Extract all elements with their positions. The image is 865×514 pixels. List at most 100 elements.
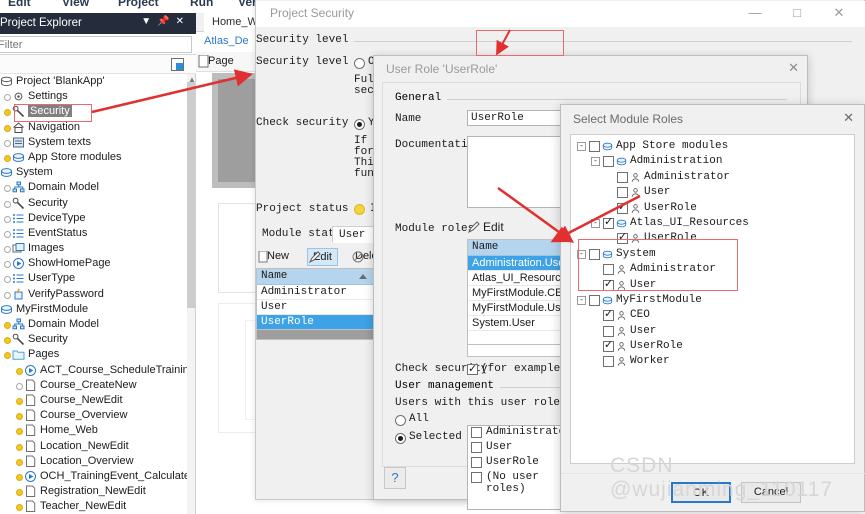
radio-check-security-yes[interactable] [354, 119, 365, 130]
sidebar-item-system-texts[interactable]: System texts [0, 135, 188, 150]
checkbox[interactable] [603, 156, 614, 168]
sidebar-item-showhomepage[interactable]: ShowHomePage [0, 256, 188, 271]
minimize-icon[interactable]: — [734, 3, 776, 25]
module-role-tree-item-myfirstmodule[interactable]: - MyFirstModule [571, 293, 854, 308]
check-security-checkbox[interactable] [467, 362, 478, 375]
sidebar-item-pages[interactable]: Pages [0, 347, 188, 362]
sidebar-item-location-newedit[interactable]: Location_NewEdit [0, 439, 188, 454]
module-role-tree-item-administration[interactable]: - Administration [571, 154, 854, 169]
module-role-tree-item-user[interactable]: User [571, 185, 854, 200]
checkbox[interactable] [603, 356, 614, 368]
help-icon[interactable]: ? [384, 467, 406, 489]
sidebar-item-course-overview[interactable]: Course_Overview [0, 408, 188, 423]
sidebar-item-domain-model[interactable]: Domain Model [0, 317, 188, 332]
list-item[interactable]: Administrator [468, 426, 566, 441]
checkbox[interactable] [603, 338, 614, 353]
checkbox[interactable] [471, 427, 482, 438]
tree-bullet [4, 154, 11, 162]
sidebar-item-registration-newedit[interactable]: Registration_NewEdit [0, 484, 188, 499]
table-row[interactable]: User [257, 300, 373, 315]
home-icon [12, 121, 25, 134]
sidebar-item-home-web[interactable]: Home_Web [0, 423, 188, 438]
checkbox[interactable] [603, 277, 614, 291]
sidebar-item-navigation[interactable]: Navigation [0, 120, 188, 135]
expander-icon[interactable]: - [577, 249, 586, 259]
sidebar-item-images[interactable]: Images [0, 241, 188, 256]
checkbox[interactable] [617, 230, 628, 245]
module-role-tree-item-app-store-modules[interactable]: - App Store modules [571, 139, 854, 154]
checkbox[interactable] [603, 215, 614, 229]
module-role-tree-item-user[interactable]: User [571, 324, 854, 339]
expander-icon[interactable]: - [577, 142, 586, 151]
sidebar-item-och-trainingevent-calculateendd[interactable]: OCH_TrainingEvent_CalculateEndD [0, 469, 188, 484]
expander-icon[interactable]: - [591, 157, 600, 167]
sidebar-item-domain-model[interactable]: Domain Model [0, 180, 188, 195]
checkbox[interactable] [617, 200, 628, 214]
table-row[interactable]: Administrator [257, 285, 373, 300]
module-role-tree-item-atlas-ui-resources[interactable]: - Atlas_UI_Resources [571, 215, 854, 231]
user-roles-grid[interactable]: Name Administrator User UserRole [256, 268, 374, 330]
sidebar-item-myfirstmodule[interactable]: MyFirstModule [0, 302, 188, 317]
radio-manage-selected[interactable] [395, 433, 406, 444]
sidebar-item-devicetype[interactable]: DeviceType [0, 211, 188, 226]
checkbox[interactable] [603, 325, 614, 337]
module-role-tree-item-userrole[interactable]: UserRole [571, 338, 854, 354]
menu-item-run[interactable]: Run [190, 0, 213, 9]
close-icon[interactable]: ✕ [788, 60, 799, 76]
sidebar-item-teacher-newedit[interactable]: Teacher_NewEdit [0, 499, 188, 514]
editor-layout-link[interactable]: Atlas_De [204, 35, 249, 47]
expander-icon[interactable]: - [577, 295, 586, 305]
sidebar-item-system[interactable]: System [0, 165, 188, 180]
menu-item-project[interactable]: Project [118, 0, 159, 9]
checkbox[interactable] [603, 264, 614, 276]
module-roles-tree[interactable]: - App Store modules - Administration Adminis… [570, 134, 855, 464]
sidebar-item-security[interactable]: Security [0, 196, 188, 211]
sidebar-item-act-course-scheduletrainingeven[interactable]: ACT_Course_ScheduleTrainingEven [0, 363, 188, 378]
sidebar-item-course-createnew[interactable]: Course_CreateNew [0, 378, 188, 393]
sidebar-item-project-blankapp-[interactable]: Project 'BlankApp' [0, 74, 188, 89]
collapse-all-icon[interactable] [171, 58, 184, 71]
enum-icon [12, 227, 25, 240]
sidebar-item-course-newedit[interactable]: Course_NewEdit [0, 393, 188, 408]
sidebar-item-settings[interactable]: Settings [0, 89, 188, 104]
sidebar-item-eventstatus[interactable]: EventStatus [0, 226, 188, 241]
expander-icon[interactable]: - [591, 218, 600, 228]
checkbox[interactable] [589, 248, 600, 260]
scrollbar-thumb[interactable] [187, 82, 195, 308]
radio-manage-all[interactable] [395, 415, 406, 426]
checkbox[interactable] [617, 171, 628, 183]
menu-item-view[interactable]: View [62, 0, 89, 9]
radio-security-off[interactable] [354, 58, 365, 69]
sidebar-item-location-overview[interactable]: Location_Overview [0, 454, 188, 469]
checkbox[interactable] [589, 141, 600, 152]
module-role-tree-item-worker[interactable]: Worker [571, 354, 854, 369]
close-icon[interactable]: ✕ [818, 3, 860, 25]
checkbox[interactable] [603, 307, 614, 322]
menu-item-edit[interactable]: Edit [8, 0, 31, 9]
explorer-scrollbar[interactable]: ▲ [187, 74, 196, 514]
module-role-tree-item-ceo[interactable]: CEO [571, 307, 854, 323]
sidebar-item-app-store-modules[interactable]: App Store modules [0, 150, 188, 165]
checkbox[interactable] [471, 442, 482, 453]
sidebar-item-verifypassword[interactable]: VerifyPassword [0, 287, 188, 302]
panel-window-buttons[interactable]: ▼📌✕ [141, 16, 190, 27]
sidebar-item-security[interactable]: Security [0, 104, 188, 119]
module-role-tree-item-administrator[interactable]: Administrator [571, 262, 854, 277]
project-explorer-tree[interactable]: Project 'BlankApp' Settings Security Naviga… [0, 74, 188, 514]
table-row[interactable]: UserRole [257, 315, 373, 329]
checkbox[interactable] [617, 187, 628, 199]
list-item[interactable]: User [468, 441, 566, 456]
sidebar-item-usertype[interactable]: UserType [0, 271, 188, 286]
module-role-tree-item-userrole[interactable]: UserRole [571, 200, 854, 216]
maximize-icon[interactable]: □ [776, 3, 818, 25]
checkbox[interactable] [589, 294, 600, 306]
close-icon[interactable]: ✕ [843, 110, 854, 126]
sidebar-item-security[interactable]: Security [0, 332, 188, 347]
filter-input[interactable] [0, 36, 192, 53]
module-role-tree-item-userrole[interactable]: UserRole [571, 230, 854, 246]
module-role-tree-item-system[interactable]: - System [571, 247, 854, 262]
module-role-tree-item-user[interactable]: User [571, 277, 854, 293]
module-role-tree-item-administrator[interactable]: Administrator [571, 170, 854, 185]
module-roles-edit-link[interactable]: Edit [468, 220, 504, 234]
grid-header[interactable]: Name [257, 269, 373, 285]
